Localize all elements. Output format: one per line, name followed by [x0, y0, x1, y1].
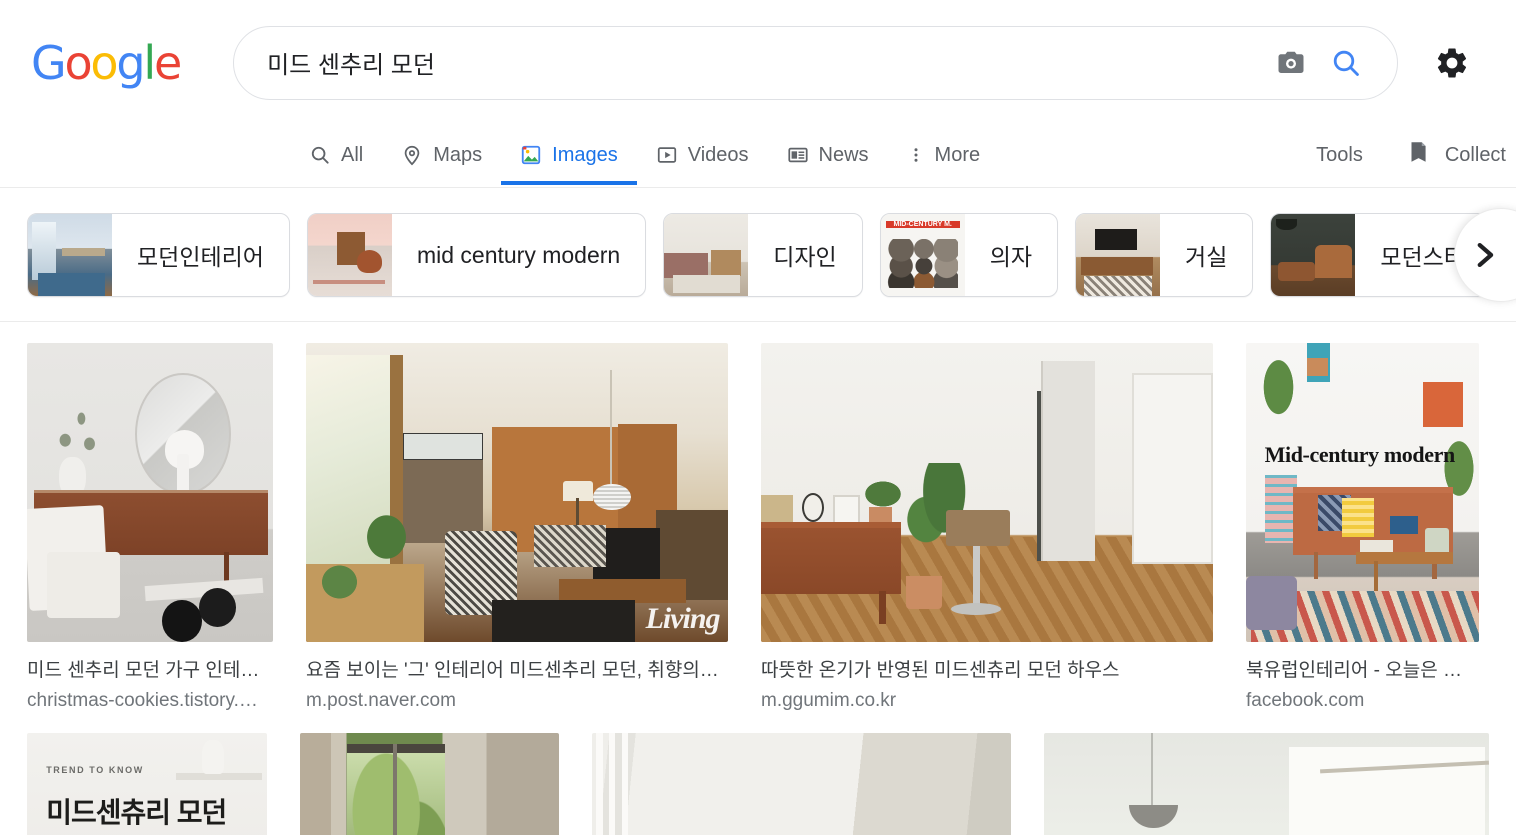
tab-all[interactable]: All	[290, 125, 382, 185]
tab-maps-label: Maps	[433, 143, 483, 166]
result-thumbnail[interactable]	[592, 733, 1012, 835]
logo-letter-g1: G	[31, 35, 67, 90]
tab-news[interactable]: News	[768, 125, 888, 185]
result-domain: m.post.naver.com	[306, 690, 456, 711]
chip-modern-interior[interactable]: 모던인테리어	[27, 213, 290, 297]
tab-images[interactable]: Images	[501, 125, 637, 185]
result-card[interactable]	[299, 733, 560, 835]
google-logo[interactable]: Google	[31, 40, 182, 86]
search-icon[interactable]	[1330, 47, 1362, 79]
map-pin-icon	[401, 144, 423, 166]
chip-design-label: 디자인	[773, 244, 837, 270]
result-thumbnail[interactable]	[761, 343, 1213, 642]
page-header: Google 미드 센추리 모던 All Maps Images Videos …	[0, 0, 1516, 188]
collections-button[interactable]: Collect	[1405, 139, 1506, 171]
chip-chair[interactable]: MID-CENTURY M. 의자	[879, 213, 1059, 297]
result-card[interactable]: Mid-century modern 북유럽인테리어 - 오늘은 요… face…	[1246, 343, 1479, 713]
result-thumbnail[interactable]: Mid-century modern	[1246, 343, 1479, 642]
result-thumbnail[interactable]	[27, 343, 273, 642]
result-card[interactable]	[1044, 733, 1489, 835]
image-watermark: Living	[645, 602, 721, 636]
chips-track: 모던인테리어 mid century modern 디자인 MID-CENTUR…	[0, 188, 1516, 321]
result-domain: m.ggumim.co.kr	[761, 690, 897, 711]
image-heading-text: 미드센츄리 모던	[46, 796, 227, 828]
logo-letter-o1: o	[64, 35, 92, 90]
video-play-icon	[656, 144, 678, 166]
chevron-right-icon	[1477, 242, 1494, 267]
design-thumb	[664, 214, 749, 296]
result-domain: facebook.com	[1246, 690, 1365, 711]
result-title: 북유럽인테리어 - 오늘은 요…	[1246, 660, 1479, 681]
tab-images-label: Images	[552, 143, 618, 166]
search-nav: All Maps Images Videos News More Tools C…	[0, 125, 1516, 188]
camera-icon[interactable]	[1276, 48, 1306, 78]
newspaper-icon	[787, 144, 809, 166]
tab-maps[interactable]: Maps	[382, 125, 501, 185]
more-vert-icon	[907, 144, 925, 166]
result-card[interactable]: TREND TO KNOW 미드센츄리 모던 Mid-Century Moder…	[27, 733, 267, 835]
tools-button[interactable]: Tools	[1316, 144, 1363, 167]
logo-letter-e: e	[153, 35, 182, 90]
result-title: 미드 센추리 모던 가구 인테…	[27, 660, 260, 681]
tab-news-label: News	[818, 143, 869, 166]
header-top-row: Google	[0, 0, 1516, 125]
result-thumbnail[interactable]: Living	[306, 343, 728, 642]
living-room-thumb	[1076, 214, 1161, 296]
chip-chair-label: 의자	[989, 244, 1033, 270]
modern-style-thumb	[1271, 214, 1356, 296]
related-searches-chips: 모던인테리어 mid century modern 디자인 MID-CENTUR…	[0, 188, 1516, 322]
result-card[interactable]	[592, 733, 1012, 835]
modern-interior-thumb	[28, 214, 112, 296]
result-card[interactable]: Living 요즘 보이는 '그' 인테리어 미드센추리 모던, 취향의… m.…	[306, 343, 728, 713]
search-nav-actions: Tools Collect	[1316, 125, 1516, 185]
tab-more-label: More	[934, 143, 981, 166]
chip-mid-century-modern-label: mid century modern	[416, 241, 621, 268]
result-domain: christmas-cookies.tistory.…	[27, 690, 258, 711]
result-row-1: 미드 센추리 모던 가구 인테… christmas-cookies.tisto…	[27, 343, 1489, 713]
settings-button[interactable]	[1428, 39, 1476, 87]
image-icon	[520, 144, 542, 166]
result-thumbnail[interactable]	[299, 733, 560, 835]
search-bar[interactable]	[233, 25, 1399, 100]
result-thumbnail[interactable]: TREND TO KNOW 미드센츄리 모던 Mid-Century Moder…	[27, 733, 267, 835]
chip-design[interactable]: 디자인	[663, 213, 863, 297]
chair-thumb: MID-CENTURY M.	[880, 214, 965, 296]
result-card[interactable]: 미드 센추리 모던 가구 인테… christmas-cookies.tisto…	[27, 343, 273, 713]
image-overlay-text: Mid-century modern	[1264, 441, 1456, 467]
chip-modern-interior-label: 모던인테리어	[137, 244, 264, 270]
result-thumbnail[interactable]	[1044, 733, 1489, 835]
magnifier-icon	[309, 144, 331, 166]
gear-icon	[1437, 48, 1467, 77]
result-title: 요즘 보이는 '그' 인테리어 미드센추리 모던, 취향의…	[306, 660, 719, 681]
result-title: 따뜻한 온기가 반영된 미드센츄리 모던 하우스	[761, 660, 1120, 681]
chip-living-room-label: 거실	[1185, 244, 1228, 270]
search-nav-tabs: All Maps Images Videos News More	[290, 125, 999, 185]
collections-label: Collect	[1444, 143, 1506, 166]
search-input[interactable]	[234, 48, 1277, 77]
tab-more[interactable]: More	[888, 125, 1000, 185]
logo-letter-l: l	[143, 35, 156, 90]
logo-letter-g2: g	[116, 35, 145, 90]
chip-mid-century-modern[interactable]: mid century modern	[306, 213, 647, 297]
image-kicker-text: TREND TO KNOW	[46, 765, 144, 776]
chip-living-room[interactable]: 거실	[1075, 213, 1254, 297]
tab-all-label: All	[341, 143, 364, 166]
image-results-grid: 미드 센추리 모던 가구 인테… christmas-cookies.tisto…	[0, 322, 1516, 835]
mid-century-modern-thumb	[307, 214, 392, 296]
logo-letter-o2: o	[90, 35, 118, 90]
search-bar-actions	[1276, 47, 1397, 79]
bookmark-icon	[1405, 139, 1431, 171]
result-row-2: TREND TO KNOW 미드센츄리 모던 Mid-Century Moder…	[27, 733, 1489, 835]
result-card[interactable]: 따뜻한 온기가 반영된 미드센츄리 모던 하우스 m.ggumim.co.kr	[761, 343, 1213, 713]
tab-videos[interactable]: Videos	[637, 125, 768, 185]
tab-videos-label: Videos	[687, 143, 749, 166]
